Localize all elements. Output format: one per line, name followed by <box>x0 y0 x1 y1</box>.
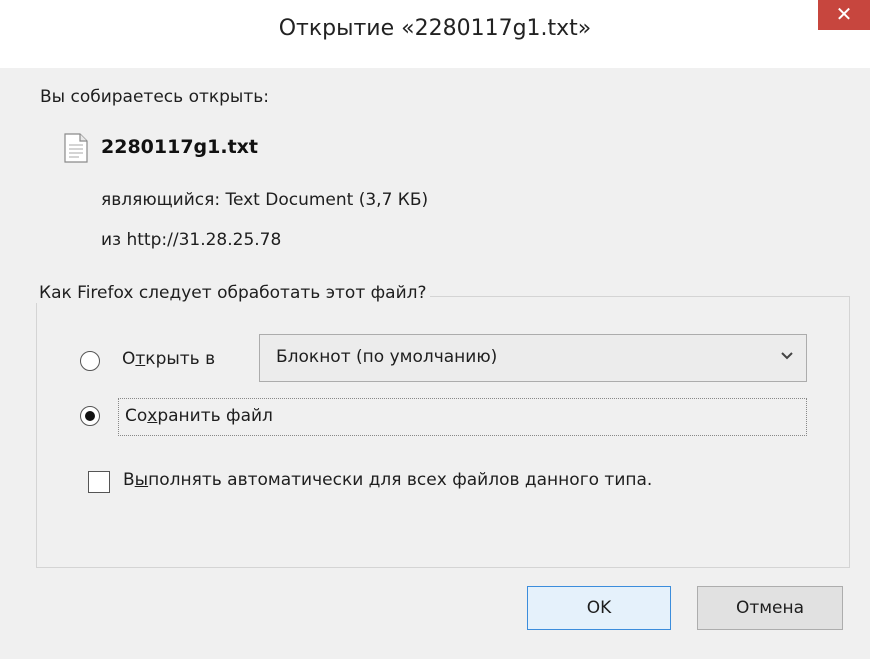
auto-action-label[interactable]: Выполнять автоматически для всех файлов … <box>123 470 652 490</box>
app-select-value: Блокнот (по умолчанию) <box>276 347 498 367</box>
open-with-accel-key: т <box>135 349 146 369</box>
close-button[interactable]: ✕ <box>818 0 870 30</box>
save-file-label-pre: Со <box>125 406 148 426</box>
open-with-radio[interactable] <box>80 351 100 371</box>
save-file-label[interactable]: Сохранить файл <box>125 406 273 426</box>
open-with-label[interactable]: Открыть в <box>122 349 215 369</box>
save-file-label-post: ранить файл <box>157 406 273 426</box>
chevron-down-icon <box>781 352 793 360</box>
title-bar: Открытие «2280117g1.txt» ✕ <box>0 0 870 68</box>
ok-button[interactable]: OK <box>527 586 671 630</box>
auto-action-checkbox[interactable] <box>88 471 110 493</box>
intro-label: Вы собираетесь открыть: <box>40 87 270 107</box>
app-select-dropdown[interactable]: Блокнот (по умолчанию) <box>259 334 807 382</box>
auto-action-label-post: полнять автоматически для всех файлов да… <box>148 470 653 490</box>
save-file-accel-key: х <box>147 406 158 426</box>
auto-action-accel-key: ы <box>134 470 149 490</box>
auto-action-label-pre: В <box>123 470 135 490</box>
open-with-label-pre: О <box>122 349 136 369</box>
text-file-icon <box>64 133 88 163</box>
close-icon: ✕ <box>835 2 853 26</box>
dialog-title: Открытие «2280117g1.txt» <box>278 16 592 41</box>
action-group-title: Как Firefox следует обработать этот файл… <box>36 283 430 303</box>
cancel-button[interactable]: Отмена <box>697 586 843 630</box>
file-source: из http://31.28.25.78 <box>101 230 282 250</box>
file-type-info: являющийся: Text Document (3,7 КБ) <box>101 190 429 210</box>
open-with-label-post: крыть в <box>145 349 216 369</box>
radio-selected-dot <box>85 411 95 421</box>
save-file-radio[interactable] <box>80 406 100 426</box>
file-name: 2280117g1.txt <box>101 136 259 158</box>
